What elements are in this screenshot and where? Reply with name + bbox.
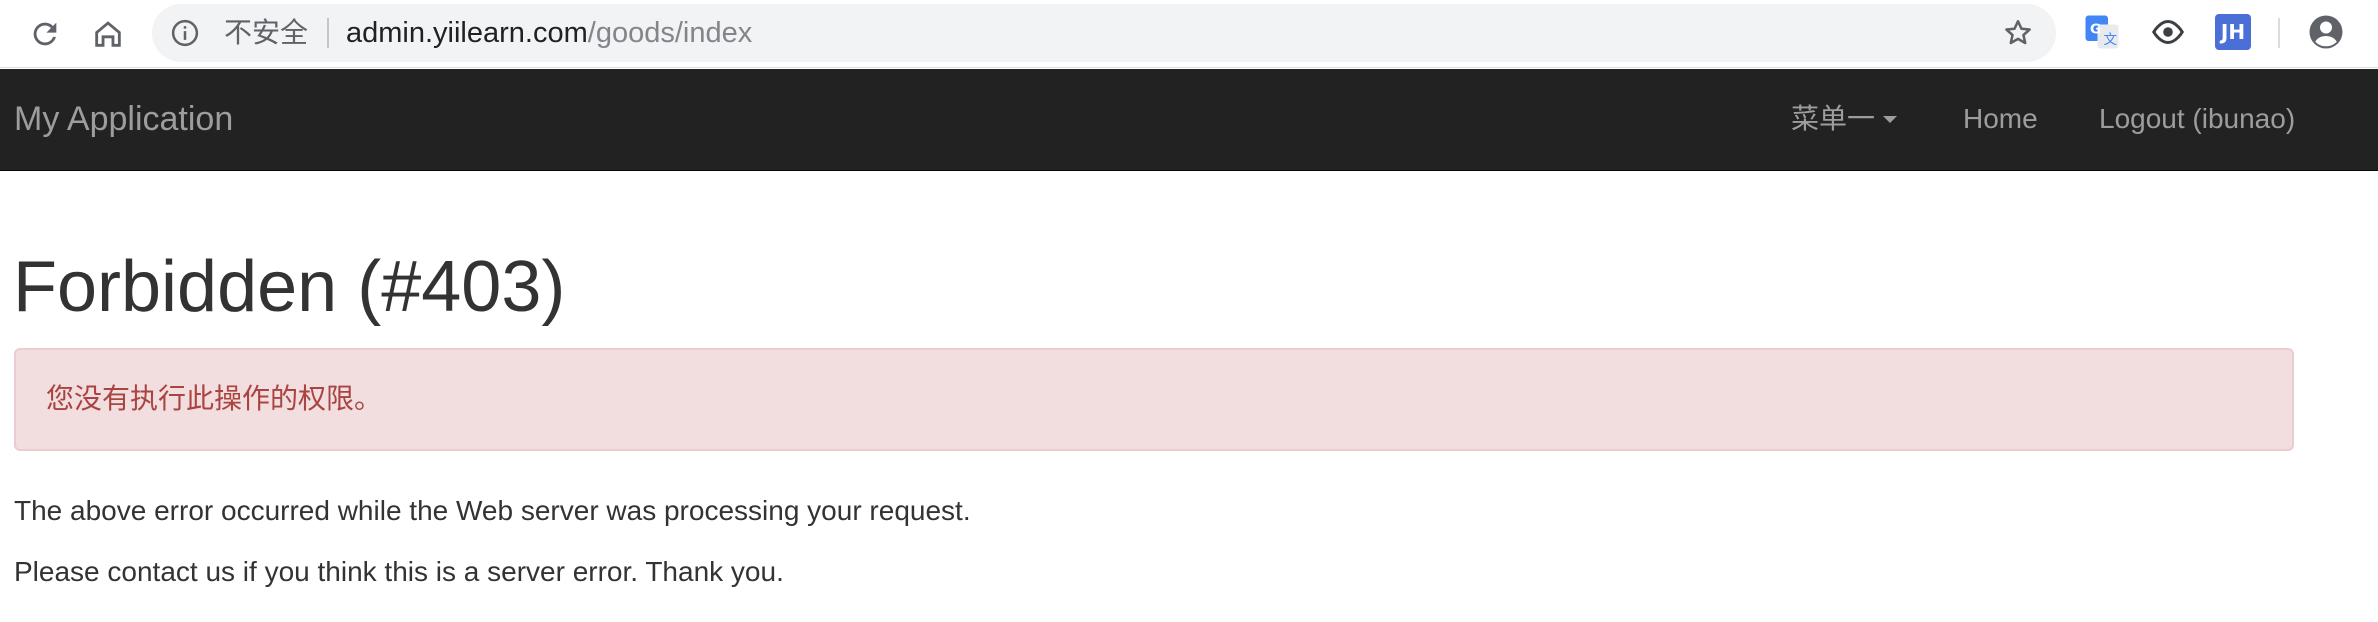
alert-message: 您没有执行此操作的权限。 (46, 382, 383, 415)
url-path: /goods/index (587, 17, 753, 49)
reload-icon (33, 22, 57, 46)
svg-text:G: G (2090, 22, 2101, 38)
caret-down-icon (1883, 115, 1898, 123)
nav-logout-link[interactable]: Logout (ibunao) (2099, 102, 2295, 136)
error-alert: 您没有执行此操作的权限。 (14, 348, 2294, 451)
navbar: My Application 菜单一 Home Logout (ibunao) (0, 69, 2378, 171)
menu-dropdown-label: 菜单一 (1791, 102, 1876, 135)
jh-extension-icon[interactable]: JH (2215, 14, 2251, 50)
url-host: admin.yiilearn.com (346, 17, 588, 49)
info-icon[interactable] (170, 18, 200, 48)
brand-link[interactable]: My Application (14, 99, 233, 139)
omnibox-divider (327, 18, 329, 48)
eye-icon[interactable] (2150, 14, 2186, 50)
reload-button[interactable] (21, 10, 69, 58)
contact-note: Please contact us if you think this is a… (14, 556, 784, 587)
svg-text:文: 文 (2104, 32, 2118, 48)
home-button[interactable] (84, 10, 132, 58)
home-icon (95, 21, 121, 47)
url-text[interactable]: admin.yiilearn.com/goods/index (346, 16, 752, 50)
menu-dropdown[interactable]: 菜单一 (1791, 102, 1898, 136)
error-description: The above error occurred while the Web s… (14, 495, 971, 526)
browser-toolbar: 不安全 admin.yiilearn.com/goods/index G文 JH (0, 0, 2378, 68)
translate-icon[interactable]: G文 (2084, 14, 2120, 50)
page-title: Forbidden (#403) (13, 247, 566, 327)
profile-icon[interactable] (2308, 14, 2344, 50)
star-icon[interactable] (2002, 17, 2034, 49)
toolbar-separator (2278, 18, 2280, 48)
address-bar[interactable]: 不安全 admin.yiilearn.com/goods/index (152, 4, 2056, 62)
security-label[interactable]: 不安全 (224, 16, 308, 50)
nav-home-link[interactable]: Home (1963, 102, 2038, 136)
